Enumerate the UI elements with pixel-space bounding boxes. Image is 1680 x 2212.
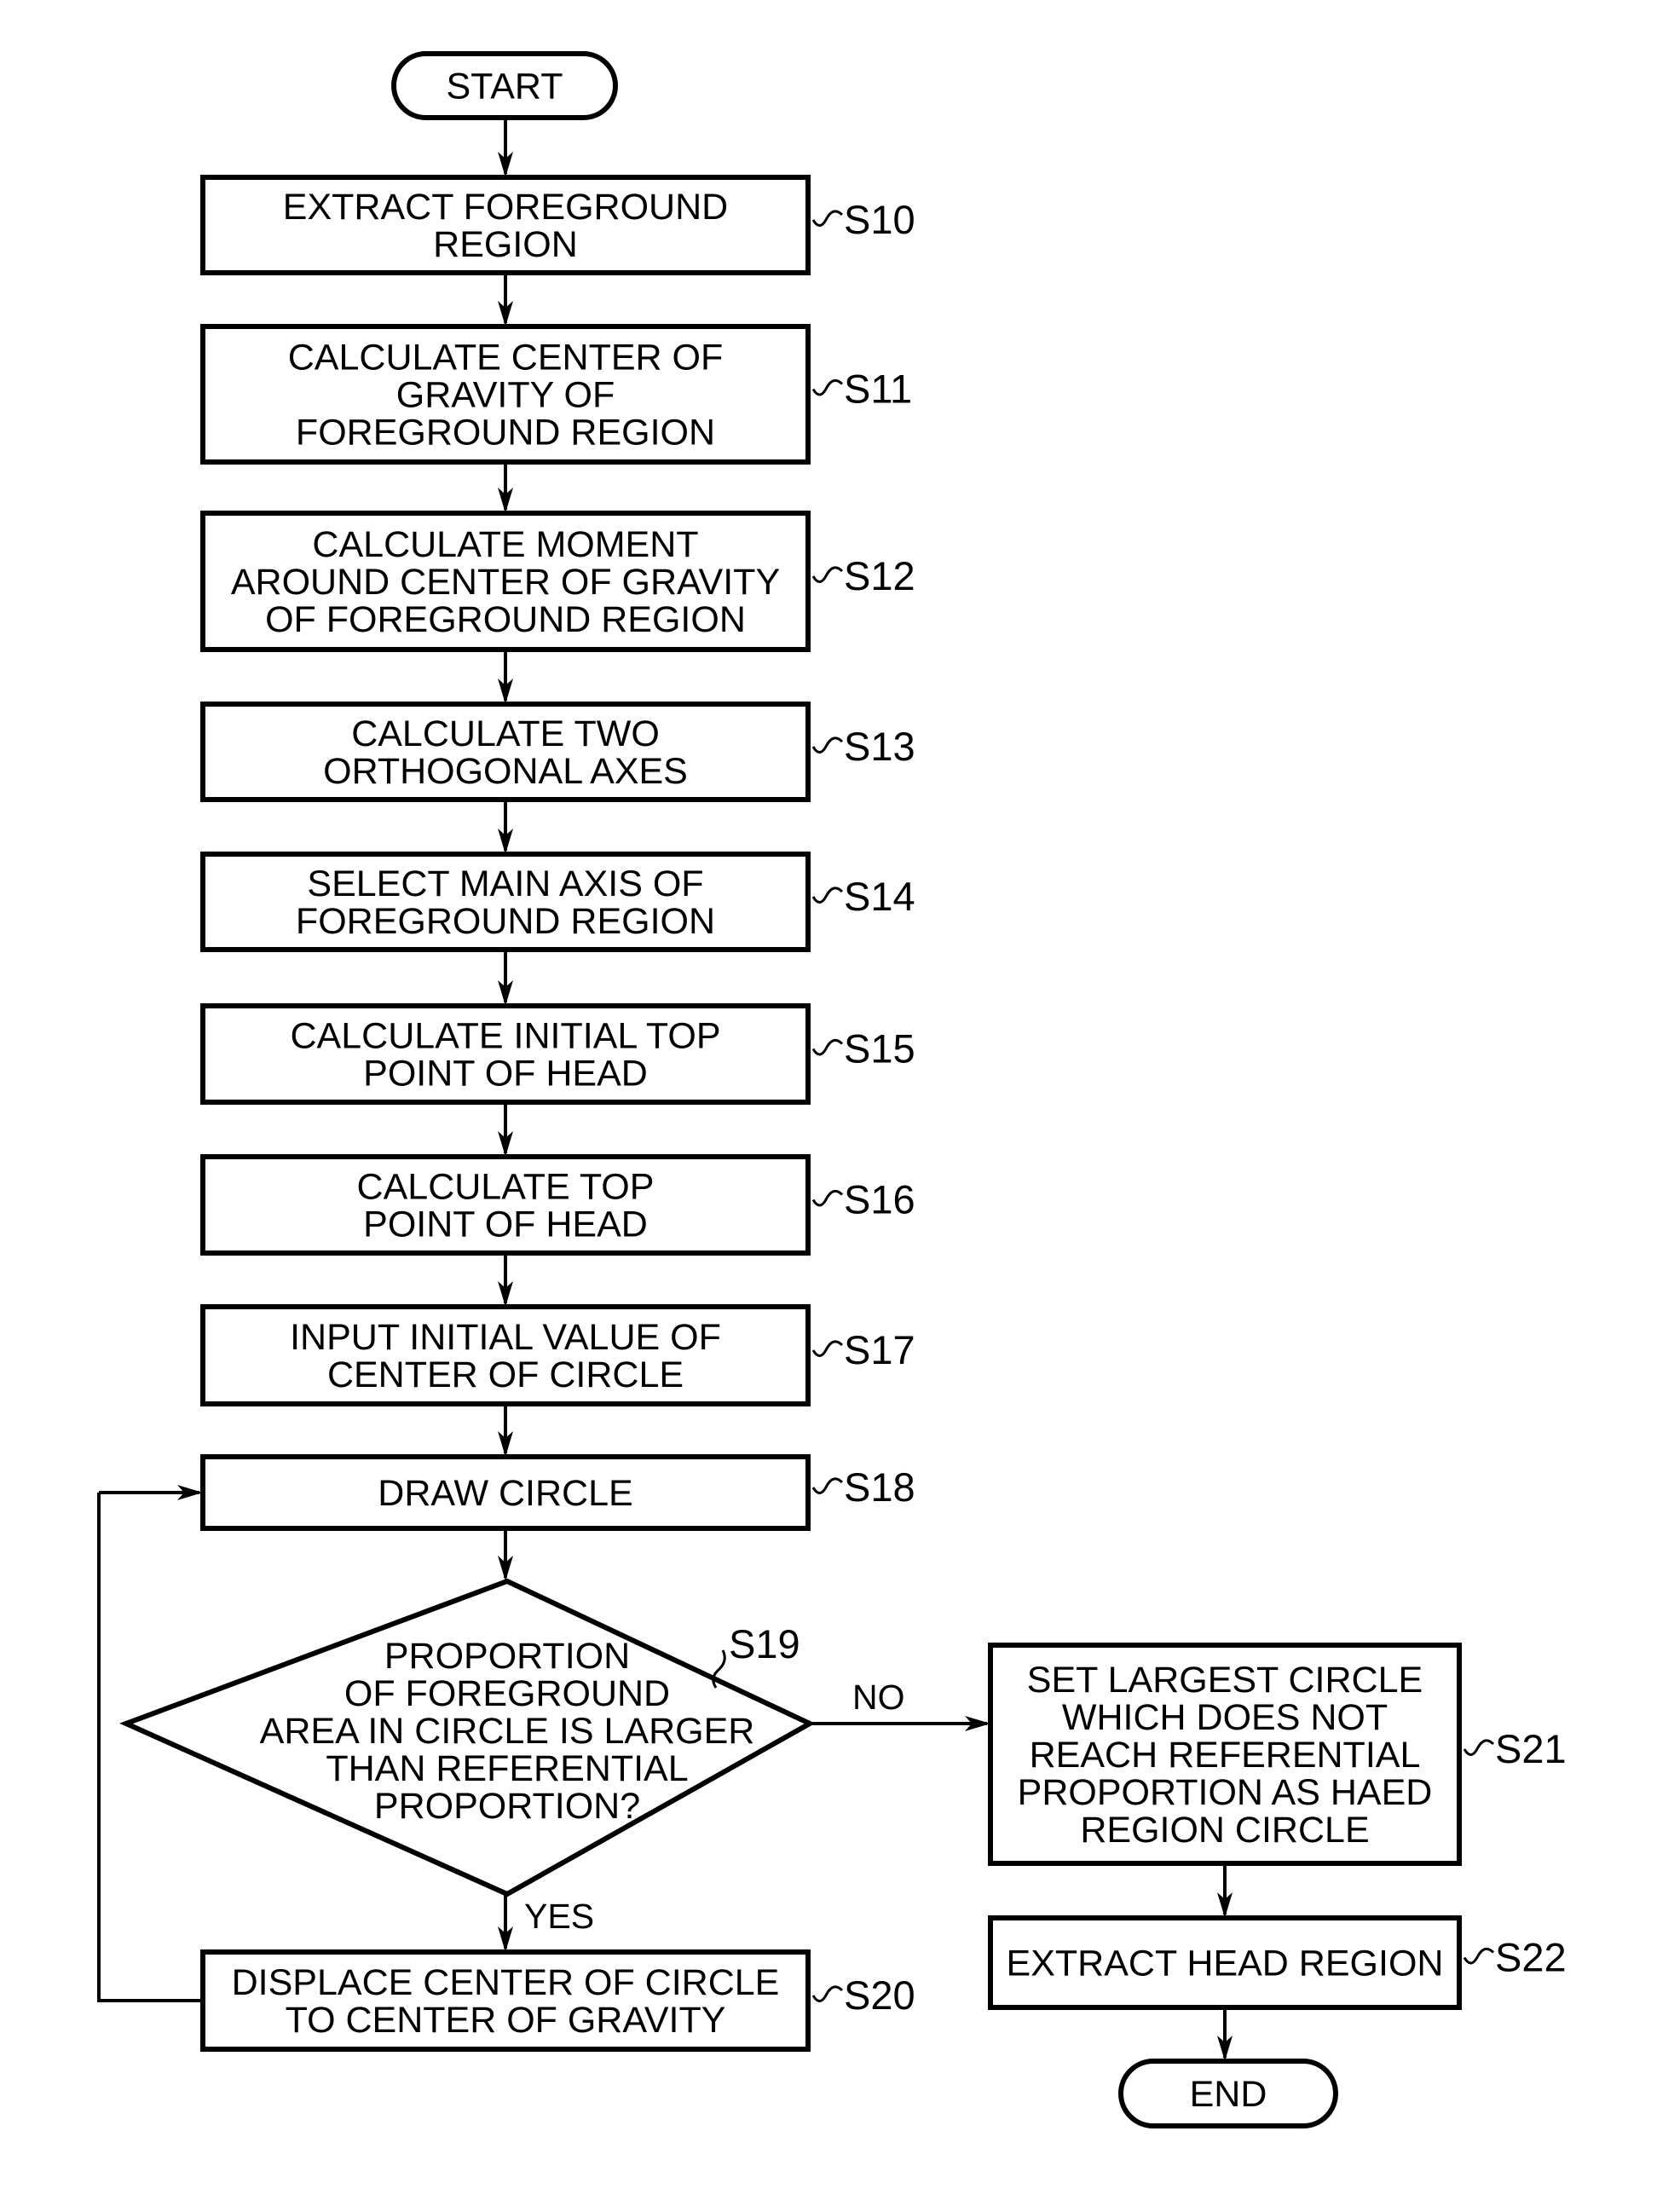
step-label-s15: S15 — [844, 1026, 915, 1071]
step-label-s20-leader — [811, 1985, 844, 2002]
step-label-s19: S19 — [729, 1621, 800, 1666]
nodes: START END EXTRACT FOREGROUND REGION CALCULAT… — [119, 51, 1462, 2128]
process-box-s22: EXTRACT HEAD REGION — [988, 1915, 1462, 2010]
step-label-s12: S12 — [844, 553, 915, 598]
process-box-s14: SELECT MAIN AXIS OF FOREGROUND REGION — [200, 852, 811, 952]
step-label-s11: S11 — [844, 367, 912, 412]
step-label-s16: S16 — [844, 1177, 915, 1222]
no-branch-label: NO — [852, 1678, 905, 1717]
process-box-s20: DISPLACE CENTER OF CIRCLE TO CENTER OF GR… — [200, 1949, 811, 2052]
process-text-s14: SELECT MAIN AXIS OF FOREGROUND REGION — [296, 863, 715, 942]
process-text-s12: CALCULATE MOMENT AROUND CENTER OF GRAVITY… — [231, 524, 780, 640]
start-label: START — [447, 66, 563, 107]
process-text-s13: CALCULATE TWO ORTHOGONAL AXES — [323, 713, 688, 792]
process-box-s11: CALCULATE CENTER OF GRAVITY OF FOREGROUND … — [200, 324, 811, 465]
process-box-s21: SET LARGEST CIRCLE WHICH DOES NOT REACH RE… — [988, 1643, 1462, 1866]
step-label-s16-leader — [811, 1189, 844, 1207]
step-label-s18: S18 — [844, 1464, 915, 1510]
step-label-s21: S21 — [1495, 1726, 1567, 1771]
step-label-s13-leader — [811, 736, 844, 754]
end-label: END — [1190, 2074, 1267, 2115]
step-label-s17-leader — [811, 1340, 844, 1357]
step-label-s15-leader — [811, 1038, 844, 1056]
process-text-s22: EXTRACT HEAD REGION — [1007, 1943, 1444, 1984]
process-box-s12: CALCULATE MOMENT AROUND CENTER OF GRAVITY… — [200, 511, 811, 652]
start-terminal: START — [391, 51, 618, 120]
step-label-s12-leader — [811, 566, 844, 583]
step-label-s11-leader — [811, 378, 844, 396]
step-label-s14-leader — [811, 887, 844, 904]
step-label-s22-leader — [1463, 1947, 1495, 1965]
process-box-s13: CALCULATE TWO ORTHOGONAL AXES — [200, 702, 811, 802]
decision-diamond-s19: PROPORTION OF FOREGROUND AREA IN CIRCLE IS… — [119, 1578, 816, 1897]
process-box-s10: EXTRACT FOREGROUND REGION — [200, 175, 811, 275]
process-text-s16: CALCULATE TOP POINT OF HEAD — [357, 1167, 655, 1245]
step-label-s10-leader — [811, 210, 844, 227]
process-box-s18: DRAW CIRCLE — [200, 1454, 811, 1531]
process-text-s20: DISPLACE CENTER OF CIRCLE TO CENTER OF GR… — [232, 1962, 780, 2041]
yes-branch-label: YES — [524, 1897, 594, 1936]
process-box-s16: CALCULATE TOP POINT OF HEAD — [200, 1154, 811, 1256]
process-box-s15: CALCULATE INITIAL TOP POINT OF HEAD — [200, 1003, 811, 1105]
step-label-s10: S10 — [844, 197, 915, 242]
step-label-s20: S20 — [844, 1972, 915, 2018]
step-label-s17: S17 — [844, 1327, 915, 1372]
process-box-s17: INPUT INITIAL VALUE OF CENTER OF CIRCLE — [200, 1304, 811, 1406]
step-label-s22: S22 — [1495, 1935, 1567, 1980]
step-label-s18-leader — [811, 1477, 844, 1494]
step-label-s14: S14 — [844, 874, 915, 919]
process-text-s17: INPUT INITIAL VALUE OF CENTER OF CIRCLE — [290, 1317, 721, 1395]
process-text-s18: DRAW CIRCLE — [378, 1473, 632, 1514]
end-terminal: END — [1118, 2059, 1338, 2128]
step-label-s13: S13 — [844, 724, 915, 769]
flowchart: START END EXTRACT FOREGROUND REGION CALCULAT… — [97, 51, 1567, 2128]
step-label-s21-leader — [1463, 1739, 1495, 1756]
